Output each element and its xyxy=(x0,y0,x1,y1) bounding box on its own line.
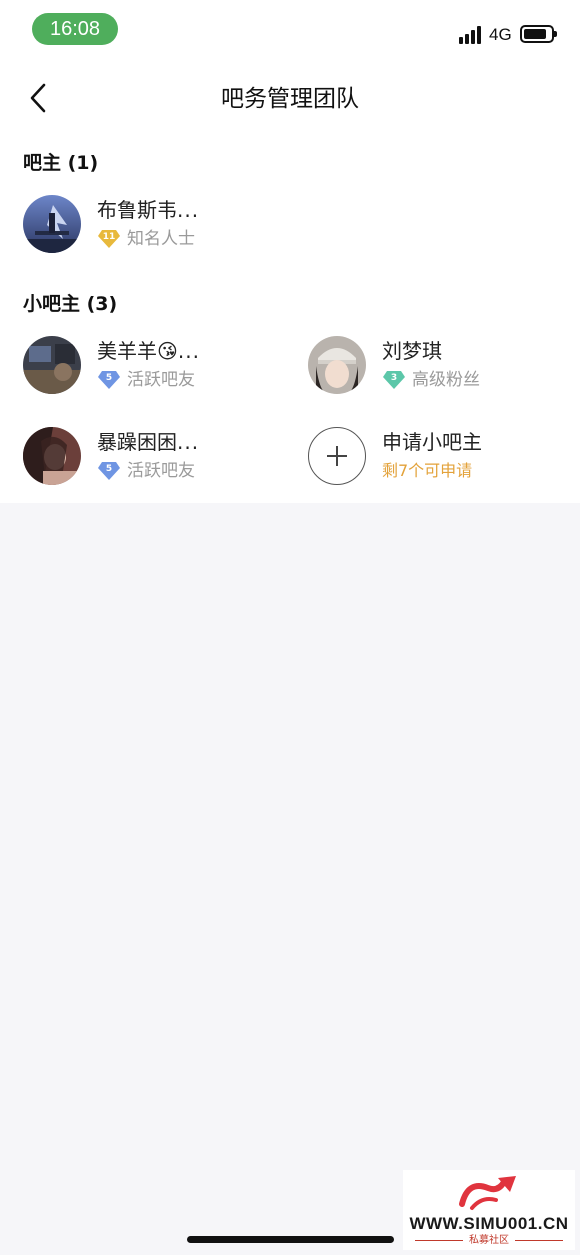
member-name: 布鲁斯韦... xyxy=(97,198,200,222)
member-title: 知名人士 xyxy=(127,229,195,249)
watermark-logo-icon xyxy=(459,1176,516,1210)
page-title: 吧务管理团队 xyxy=(221,86,359,112)
level-gem-icon: 11 xyxy=(97,229,121,249)
member-name: 暴躁困困... xyxy=(97,430,200,454)
watermark: WWW.SIMU001.CN 私募社区 xyxy=(403,1170,575,1250)
battery-icon xyxy=(520,25,557,43)
watermark-subtitle: 私募社区 xyxy=(403,1234,575,1248)
avatar[interactable] xyxy=(308,336,366,394)
avatar[interactable] xyxy=(23,336,81,394)
member-badge: 5 活跃吧友 xyxy=(97,370,195,390)
avatar[interactable] xyxy=(23,427,81,485)
member-title: 活跃吧友 xyxy=(127,370,195,390)
member-title: 活跃吧友 xyxy=(127,461,195,481)
member-owner[interactable]: 布鲁斯韦... 11 知名人士 xyxy=(23,195,283,253)
network-type: 4G xyxy=(489,25,512,44)
member-badge: 11 知名人士 xyxy=(97,229,195,249)
level-gem-icon: 5 xyxy=(97,461,121,481)
level-gem-icon: 5 xyxy=(97,370,121,390)
member-assistant-3[interactable]: 暴躁困困... 5 活跃吧友 xyxy=(23,427,283,485)
member-badge: 3 高级粉丝 xyxy=(382,370,480,390)
apply-label: 申请小吧主 xyxy=(382,430,482,454)
apply-assistant-button[interactable]: 申请小吧主 剩7个可申请 xyxy=(308,427,568,485)
apply-remaining: 剩7个可申请 xyxy=(382,461,473,480)
section-title-owner: 吧主 (1) xyxy=(23,152,99,174)
screen: 16:08 4G 吧务管理团队 吧主 (1) 布鲁斯韦... 11 知名人士 小… xyxy=(0,0,580,1255)
member-assistant-1[interactable]: 美羊羊😘... 5 活跃吧友 xyxy=(23,336,283,394)
status-time[interactable]: 16:08 xyxy=(32,13,118,45)
avatar[interactable] xyxy=(23,195,81,253)
cellular-signal-icon xyxy=(459,26,483,44)
section-title-assistants: 小吧主 (3) xyxy=(23,293,118,315)
watermark-url: WWW.SIMU001.CN xyxy=(409,1214,569,1233)
level-gem-icon: 3 xyxy=(382,370,406,390)
home-indicator[interactable] xyxy=(187,1236,394,1243)
member-name: 美羊羊😘... xyxy=(97,339,200,363)
plus-icon[interactable] xyxy=(308,427,366,485)
member-assistant-2[interactable]: 刘梦琪 3 高级粉丝 xyxy=(308,336,568,394)
member-name: 刘梦琪 xyxy=(382,339,442,363)
member-title: 高级粉丝 xyxy=(412,370,480,390)
member-badge: 5 活跃吧友 xyxy=(97,461,195,481)
